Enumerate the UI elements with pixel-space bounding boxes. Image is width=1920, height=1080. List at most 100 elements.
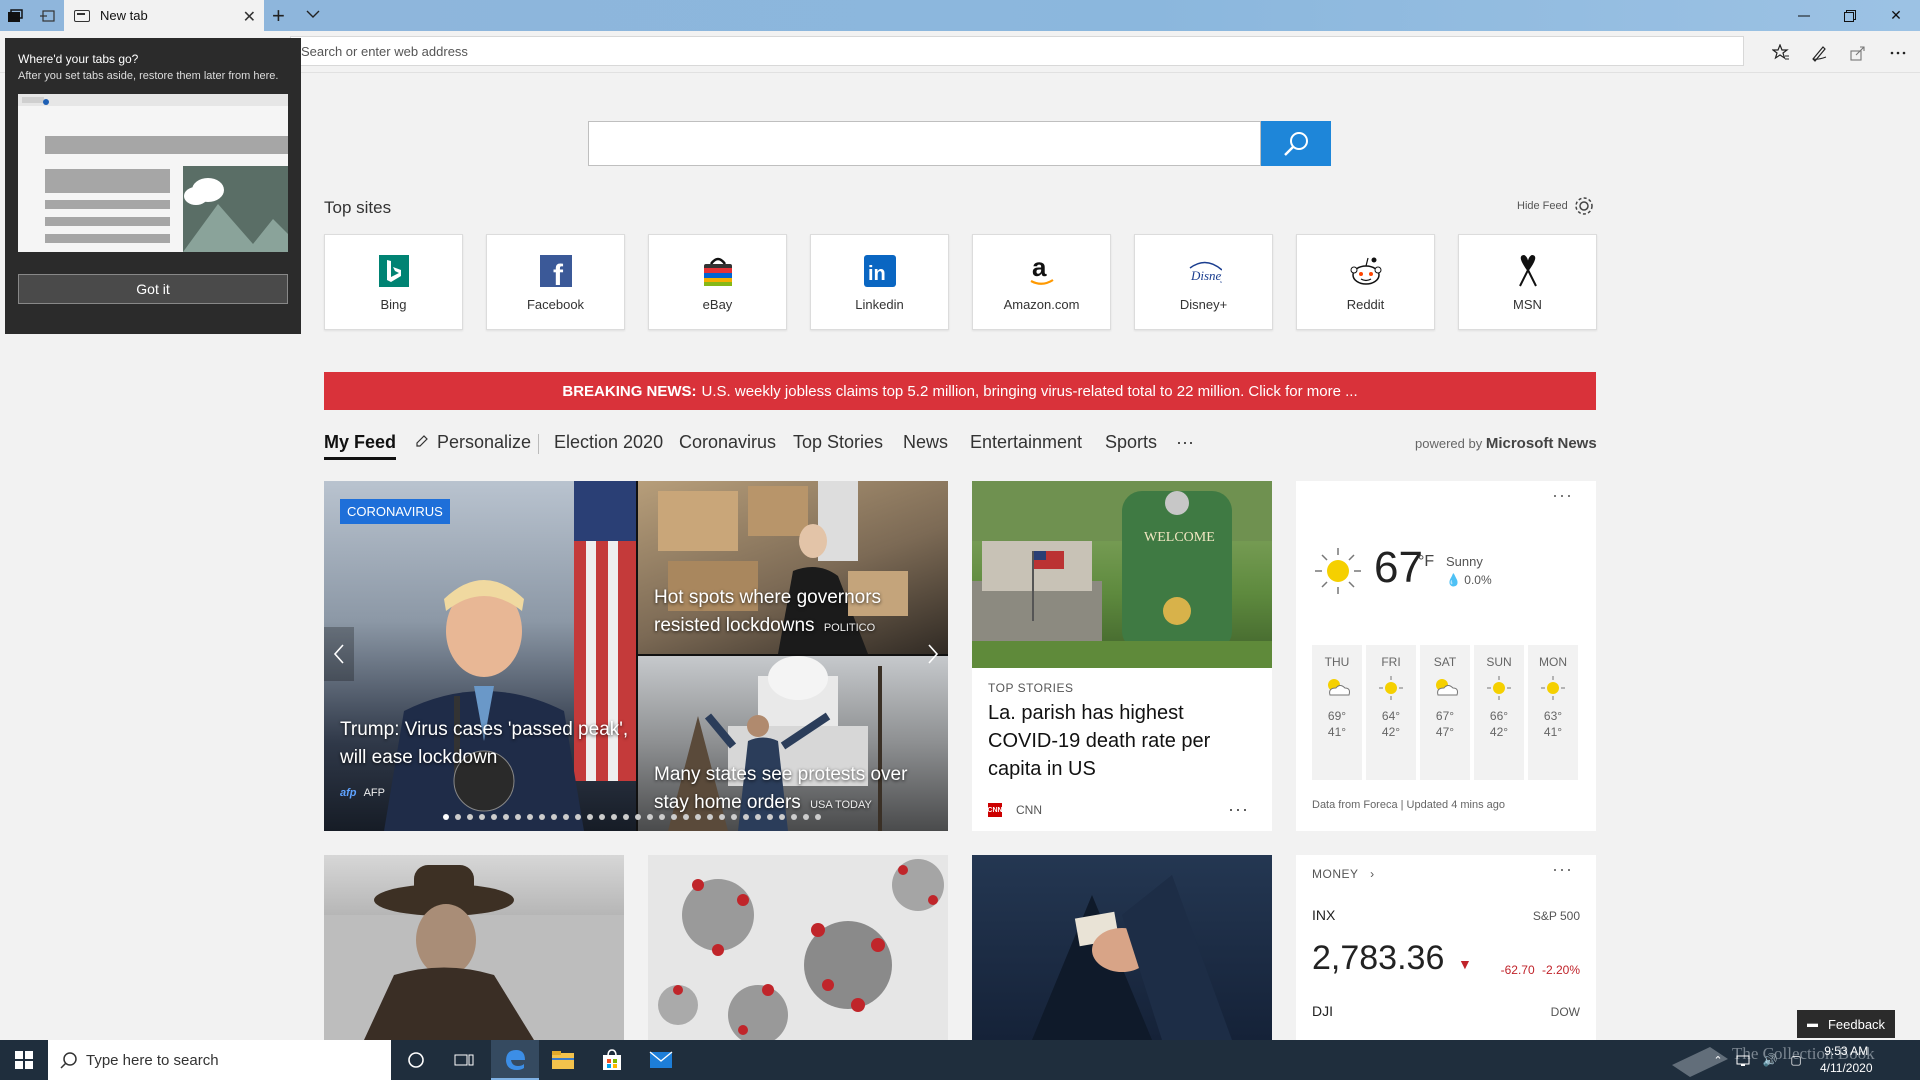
news-card-virus[interactable]	[648, 855, 948, 1040]
hero-image[interactable]	[324, 481, 636, 831]
more-menu-icon[interactable]	[1885, 40, 1911, 66]
side-top-headline[interactable]: Hot spots where governors resisted lockd…	[654, 584, 944, 642]
file-explorer-icon[interactable]	[539, 1040, 587, 1080]
carousel-dot[interactable]	[455, 814, 461, 820]
carousel-dot[interactable]	[491, 814, 497, 820]
carousel-dots[interactable]	[443, 807, 827, 820]
carousel-dot[interactable]	[731, 814, 737, 820]
close-window-icon[interactable]: ✕	[1873, 0, 1919, 31]
story-card[interactable]: WELCOME TOP STORIES La. parish has highe…	[972, 481, 1272, 831]
category-tag[interactable]: CORONAVIRUS	[340, 499, 450, 524]
carousel-dot[interactable]	[539, 814, 545, 820]
search-button[interactable]	[1261, 121, 1331, 166]
tab-my-feed[interactable]: My Feed	[324, 432, 397, 460]
task-view-icon[interactable]	[440, 1040, 488, 1080]
powered-by-brand[interactable]: Microsoft News	[1486, 435, 1597, 452]
chevron-up-icon[interactable]: ⌃	[1704, 1040, 1732, 1080]
weather-more-icon[interactable]: ···	[1552, 485, 1573, 506]
address-input[interactable]	[290, 36, 1744, 66]
forecast-day[interactable]: SUN 66° 42°	[1474, 645, 1524, 780]
top-site-linkedin[interactable]: in Linkedin	[810, 234, 949, 330]
pencil-icon[interactable]	[415, 432, 429, 453]
restore-icon[interactable]	[1827, 0, 1873, 31]
story-headline[interactable]: La. parish has highest COVID-19 death ra…	[988, 699, 1256, 783]
volume-icon[interactable]: 🔊	[1756, 1040, 1784, 1080]
carousel-dot[interactable]	[671, 814, 677, 820]
news-card-cash[interactable]	[972, 855, 1272, 1040]
hide-feed-link[interactable]: Hide Feed	[1517, 200, 1568, 212]
carousel-dot[interactable]	[527, 814, 533, 820]
gear-icon[interactable]	[1573, 195, 1595, 222]
tab-election-2020[interactable]: Election 2020	[554, 432, 663, 453]
carousel-dot[interactable]	[467, 814, 473, 820]
carousel-dot[interactable]	[659, 814, 665, 820]
carousel-dot[interactable]	[635, 814, 641, 820]
favorites-star-icon[interactable]	[1768, 40, 1794, 66]
minimize-icon[interactable]	[1781, 0, 1827, 31]
notification-icon[interactable]: ▢	[1782, 1040, 1810, 1080]
carousel-dot[interactable]	[503, 814, 509, 820]
tab-sports[interactable]: Sports	[1105, 432, 1157, 453]
forecast-day[interactable]: MON 63° 41°	[1528, 645, 1578, 780]
carousel-dot[interactable]	[791, 814, 797, 820]
tab-top-stories[interactable]: Top Stories	[793, 432, 883, 453]
edge-icon[interactable]	[491, 1040, 539, 1080]
money-title[interactable]: MONEY ›	[1312, 867, 1375, 881]
forecast-day[interactable]: SAT 67° 47°	[1420, 645, 1470, 780]
top-site-bing[interactable]: Bing	[324, 234, 463, 330]
carousel-next-button[interactable]	[918, 627, 948, 681]
top-site-reddit[interactable]: Reddit	[1296, 234, 1435, 330]
close-tab-icon[interactable]: ✕	[243, 7, 256, 27]
carousel-dot[interactable]	[563, 814, 569, 820]
top-site-amazon[interactable]: a Amazon.com	[972, 234, 1111, 330]
carousel-dot[interactable]	[599, 814, 605, 820]
carousel-dot[interactable]	[587, 814, 593, 820]
carousel-dot[interactable]	[575, 814, 581, 820]
windows-start-icon[interactable]	[0, 1040, 48, 1080]
pen-icon[interactable]	[1806, 40, 1832, 66]
top-site-ebay[interactable]: eBay	[648, 234, 787, 330]
carousel-dot[interactable]	[779, 814, 785, 820]
carousel-dot[interactable]	[623, 814, 629, 820]
tab-coronavirus[interactable]: Coronavirus	[679, 432, 776, 453]
got-it-button[interactable]: Got it	[18, 274, 288, 304]
tab-news[interactable]: News	[903, 432, 948, 453]
carousel-dot[interactable]	[803, 814, 809, 820]
cortana-icon[interactable]	[392, 1040, 440, 1080]
tab-entertainment[interactable]: Entertainment	[970, 432, 1082, 453]
carousel-dot[interactable]	[551, 814, 557, 820]
chevron-down-icon[interactable]	[306, 6, 320, 24]
carousel-dot[interactable]	[815, 814, 821, 820]
new-tab-plus-icon[interactable]: +	[272, 3, 285, 29]
top-site-disney[interactable]: Disney+ Disney+	[1134, 234, 1273, 330]
carousel-dot[interactable]	[611, 814, 617, 820]
nav-more-icon[interactable]: ···	[1176, 432, 1194, 453]
forecast-day[interactable]: FRI 64° 42°	[1366, 645, 1416, 780]
hero-headline[interactable]: Trump: Virus cases 'passed peak', will e…	[340, 716, 630, 772]
carousel-dot[interactable]	[695, 814, 701, 820]
carousel-dot[interactable]	[647, 814, 653, 820]
carousel-dot[interactable]	[479, 814, 485, 820]
top-site-msn[interactable]: MSN	[1458, 234, 1597, 330]
carousel-dot[interactable]	[755, 814, 761, 820]
carousel-prev-button[interactable]	[324, 627, 354, 681]
breaking-news-banner[interactable]: BREAKING NEWS: U.S. weekly jobless claim…	[324, 372, 1596, 410]
taskbar-clock[interactable]: 9:53 AM 4/11/2020	[1820, 1043, 1873, 1077]
share-icon[interactable]	[1845, 40, 1871, 66]
carousel-dot[interactable]	[683, 814, 689, 820]
store-icon[interactable]	[588, 1040, 636, 1080]
weather-unit[interactable]: °F	[1418, 553, 1434, 571]
carousel-dot[interactable]	[743, 814, 749, 820]
carousel-dot[interactable]	[515, 814, 521, 820]
money-more-icon[interactable]: ···	[1552, 859, 1573, 880]
carousel-dot[interactable]	[719, 814, 725, 820]
mail-icon[interactable]	[637, 1040, 685, 1080]
news-card-cowboy[interactable]	[324, 855, 624, 1040]
search-input[interactable]	[588, 121, 1261, 166]
feedback-button[interactable]: ▬ Feedback	[1797, 1010, 1895, 1038]
top-site-facebook[interactable]: f Facebook	[486, 234, 625, 330]
forecast-day[interactable]: THU 69° 41°	[1312, 645, 1362, 780]
carousel-dot[interactable]	[707, 814, 713, 820]
taskbar-search[interactable]: Type here to search	[48, 1040, 391, 1080]
money-card[interactable]: MONEY › ··· INX S&P 500 2,783.36 ▼ -62.7…	[1296, 855, 1596, 1040]
